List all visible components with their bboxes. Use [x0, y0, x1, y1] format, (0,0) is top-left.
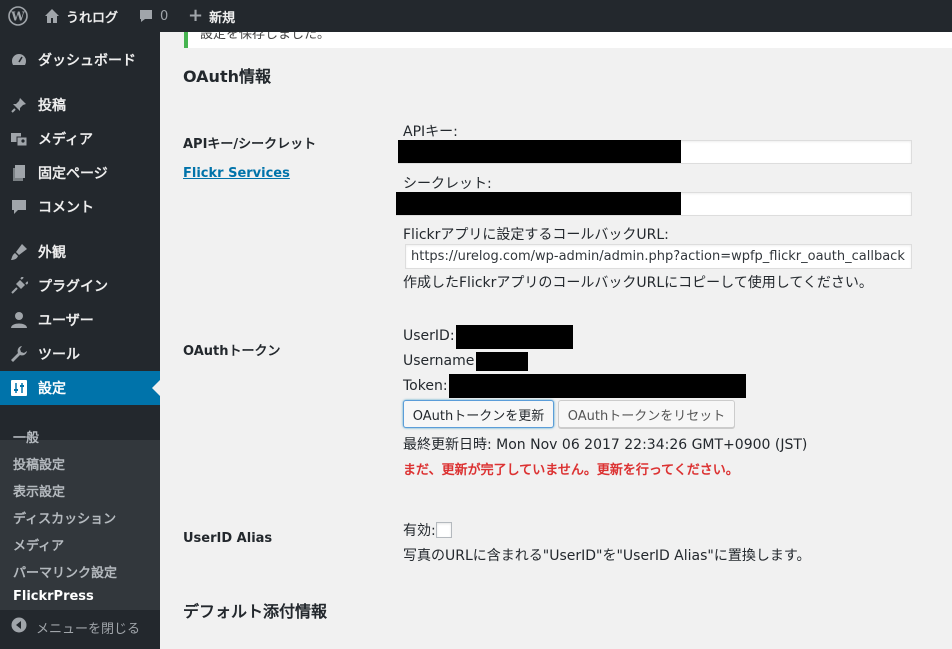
notice-text: 設定を保存しました。 — [200, 32, 331, 42]
wordpress-icon: W — [8, 6, 28, 26]
wordpress-logo-button[interactable]: W — [8, 0, 28, 32]
alias-enabled-label: 有効: — [403, 523, 436, 539]
pin-icon — [9, 96, 29, 114]
api-row-title: APIキー/シークレット — [183, 137, 317, 152]
submenu-discussion[interactable]: ディスカッション — [13, 508, 116, 527]
submenu-general[interactable]: 一般 — [13, 427, 39, 446]
menu-label-settings: 設定 — [38, 381, 66, 397]
callback-help-text: 作成したFlickrアプリのコールバックURLにコピーして使用してください。 — [403, 275, 873, 291]
secret-redaction — [396, 192, 681, 215]
menu-label-plugins: プラグイン — [38, 279, 108, 295]
comment-icon — [9, 198, 29, 216]
admin-sidebar: ダッシュボード 投稿 メディア 固定ページ コメント 外観 プラグイン ユーザー… — [0, 32, 160, 649]
menu-media[interactable]: メディア — [0, 122, 160, 156]
new-content-link[interactable]: + 新規 — [188, 0, 235, 32]
callback-url-field[interactable]: https://urelog.com/wp-admin/admin.php?ac… — [405, 244, 912, 269]
oauth-section-title: OAuth情報 — [183, 67, 271, 86]
submenu-media[interactable]: メディア — [13, 535, 64, 554]
submenu-flickrpress[interactable]: FlickrPress — [13, 589, 94, 604]
plugin-icon — [9, 277, 29, 295]
home-icon — [45, 9, 59, 23]
username-redaction — [476, 352, 528, 371]
submenu-reading[interactable]: 表示設定 — [13, 481, 65, 500]
menu-label-pages: 固定ページ — [38, 166, 108, 182]
userid-redaction — [456, 325, 573, 349]
collapse-menu-button[interactable]: メニューを閉じる — [0, 612, 160, 642]
token-label: Token: — [403, 378, 448, 394]
update-oauth-token-button[interactable]: OAuthトークンを更新 — [403, 400, 554, 428]
media-icon — [9, 130, 29, 148]
comment-bubble-icon — [140, 10, 152, 22]
flickr-services-link[interactable]: Flickr Services — [183, 166, 290, 181]
userid-alias-row-title: UserID Alias — [183, 531, 273, 546]
callback-url-label: Flickrアプリに設定するコールバックURL: — [403, 227, 669, 243]
submenu-writing[interactable]: 投稿設定 — [13, 454, 65, 473]
new-label: 新規 — [209, 10, 236, 26]
menu-label-dashboard: ダッシュボード — [38, 53, 136, 69]
oauth-token-row-title: OAuthトークン — [183, 344, 281, 359]
site-name: うれログ — [66, 10, 119, 26]
settings-icon — [9, 379, 29, 397]
reset-oauth-token-button[interactable]: OAuthトークンをリセット — [558, 400, 735, 428]
comments-count: 0 — [160, 8, 169, 24]
menu-label-tools: ツール — [38, 347, 80, 363]
menu-posts[interactable]: 投稿 — [0, 88, 160, 122]
userid-label: UserID: — [403, 328, 455, 344]
page-icon — [9, 164, 29, 182]
default-attachment-section-title: デフォルト添付情報 — [183, 602, 328, 621]
svg-text:W: W — [10, 10, 25, 24]
comments-link[interactable]: 0 — [138, 0, 168, 32]
menu-plugins[interactable]: プラグイン — [0, 269, 160, 303]
secret-label: シークレット: — [403, 176, 492, 192]
settings-submenu: 一般 投稿設定 表示設定 ディスカッション メディア パーマリンク設定 Flic… — [0, 431, 160, 610]
dashboard-icon — [9, 51, 29, 69]
username-label: Username: — [403, 353, 480, 369]
menu-pages[interactable]: 固定ページ — [0, 156, 160, 190]
alias-enabled-checkbox[interactable] — [436, 522, 452, 538]
api-key-label: APIキー: — [403, 124, 458, 140]
appearance-icon — [9, 243, 29, 261]
settings-saved-notice: 設定を保存しました。 — [184, 32, 952, 48]
menu-dashboard[interactable]: ダッシュボード — [0, 43, 160, 77]
menu-label-users: ユーザー — [38, 313, 94, 329]
token-warning-text: まだ、更新が完了していません。更新を行ってください。 — [403, 463, 739, 478]
menu-appearance[interactable]: 外観 — [0, 235, 160, 269]
api-key-redaction — [398, 140, 681, 163]
menu-comments[interactable]: コメント — [0, 190, 160, 224]
menu-label-appearance: 外観 — [38, 245, 66, 261]
wrench-icon — [9, 345, 29, 363]
menu-users[interactable]: ユーザー — [0, 303, 160, 337]
menu-tools[interactable]: ツール — [0, 337, 160, 371]
alias-help-text: 写真のURLに含まれる"UserID"を"UserID Alias"に置換します… — [403, 548, 811, 564]
menu-label-media: メディア — [38, 132, 94, 148]
main-content: 設定を保存しました。 OAuth情報 APIキー/シークレット Flickr S… — [160, 32, 952, 649]
last-updated-text: 最終更新日時: Mon Nov 06 2017 22:34:26 GMT+090… — [403, 437, 808, 453]
token-redaction — [449, 374, 746, 398]
menu-label-posts: 投稿 — [38, 98, 66, 114]
submenu-permalink[interactable]: パーマリンク設定 — [13, 562, 117, 581]
menu-settings[interactable]: 設定 — [0, 371, 160, 405]
site-name-link[interactable]: うれログ — [44, 0, 118, 32]
menu-label-comments: コメント — [38, 200, 94, 216]
collapse-label: メニューを閉じる — [36, 621, 141, 637]
user-icon — [9, 311, 29, 329]
plus-icon: + — [188, 5, 204, 26]
collapse-arrow-icon — [11, 617, 27, 637]
admin-bar: W うれログ 0 + 新規 — [0, 0, 952, 32]
